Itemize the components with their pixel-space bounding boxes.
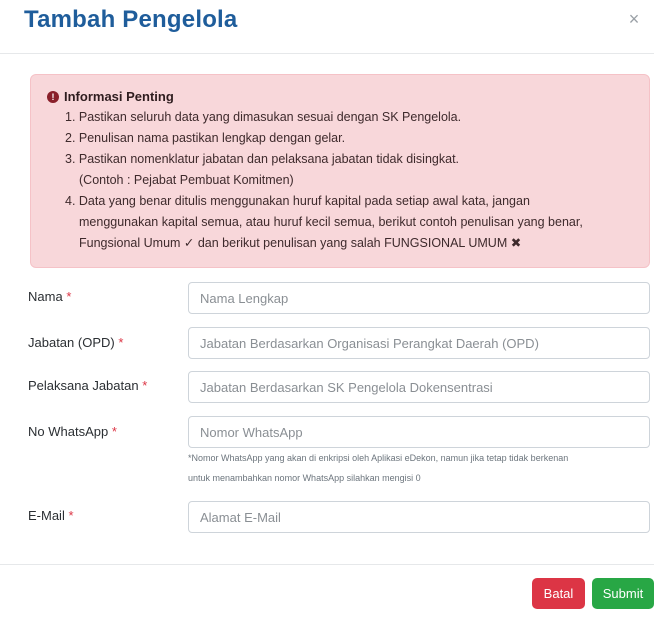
required-mark: *: [66, 289, 72, 304]
alert-line-2: 2. Penulisan nama pastikan lengkap denga…: [65, 131, 346, 145]
required-mark: *: [111, 424, 117, 439]
required-mark: *: [142, 378, 148, 393]
alert-line-4: 4. Data yang benar ditulis menggunakan h…: [65, 194, 530, 208]
pelaksana-label: Pelaksana Jabatan *: [28, 378, 147, 393]
email-label: E-Mail *: [28, 508, 74, 523]
whatsapp-label-text: No WhatsApp: [28, 424, 109, 439]
footer-divider: [0, 564, 654, 565]
modal-title: Tambah Pengelola: [24, 6, 238, 33]
cancel-button[interactable]: Batal: [532, 578, 585, 609]
info-circle-icon: !: [47, 90, 59, 103]
pelaksana-label-text: Pelaksana Jabatan: [28, 378, 139, 393]
alert-line-3: 3. Pastikan nomenklatur jabatan dan pela…: [65, 152, 460, 166]
alert-title-text: Informasi Penting: [64, 89, 174, 104]
add-manager-modal: Tambah Pengelola × ! Informasi Penting 1…: [0, 0, 654, 618]
jabatan-label: Jabatan (OPD) *: [28, 335, 123, 350]
jabatan-input[interactable]: [188, 327, 650, 359]
alert-line-1: 1. Pastikan seluruh data yang dimasukan …: [65, 110, 462, 124]
email-input[interactable]: [188, 501, 650, 533]
important-info-alert: ! Informasi Penting 1. Pastikan seluruh …: [30, 74, 650, 268]
whatsapp-help-text-2: untuk menambahkan nomor WhatsApp silahka…: [188, 473, 421, 483]
required-mark: *: [68, 508, 74, 523]
nama-input[interactable]: [188, 282, 650, 314]
nama-label: Nama *: [28, 289, 71, 304]
alert-line-3-example: (Contoh : Pejabat Pembuat Komitmen): [79, 173, 294, 187]
alert-line-4-cont: menggunakan kapital semua, atau huruf ke…: [79, 215, 583, 229]
close-icon[interactable]: ×: [624, 9, 644, 29]
modal-header: Tambah Pengelola ×: [0, 0, 654, 54]
alert-line-4-example: Fungsional Umum ✓ dan berikut penulisan …: [79, 236, 522, 250]
pelaksana-input[interactable]: [188, 371, 650, 403]
whatsapp-input[interactable]: [188, 416, 650, 448]
whatsapp-label: No WhatsApp *: [28, 424, 117, 439]
nama-label-text: Nama: [28, 289, 63, 304]
required-mark: *: [118, 335, 124, 350]
email-label-text: E-Mail: [28, 508, 65, 523]
submit-button[interactable]: Submit: [592, 578, 654, 609]
alert-title: ! Informasi Penting: [47, 89, 174, 104]
whatsapp-help-text-1: *Nomor WhatsApp yang akan di enkripsi ol…: [188, 453, 569, 463]
jabatan-label-text: Jabatan (OPD): [28, 335, 115, 350]
